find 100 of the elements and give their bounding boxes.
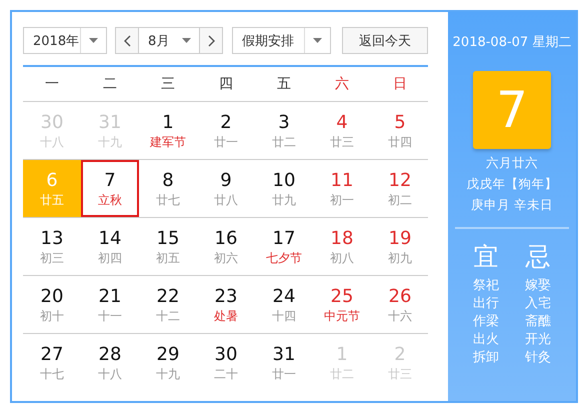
lunar-date: 廿三 [330, 134, 354, 150]
day-number: 1 [162, 112, 174, 134]
avoid-item: 斋醮 [525, 313, 551, 331]
day-cell[interactable]: 12 初二 [371, 160, 429, 217]
back-to-today-button[interactable]: 返回今天 [342, 27, 428, 54]
day-number: 31 [272, 344, 296, 366]
lunar-date: 七夕节 [266, 250, 302, 266]
day-cell[interactable]: 16 初六 [197, 218, 255, 275]
suitable-item: 作梁 [473, 313, 499, 331]
lunar-date: 立秋 [98, 192, 122, 208]
lunar-date: 十二 [156, 308, 180, 324]
lunar-date: 初九 [388, 250, 412, 266]
day-cell[interactable]: 27 十七 [23, 334, 81, 391]
weekday-label: 二 [102, 75, 118, 93]
lunar-date: 处暑 [214, 308, 238, 324]
lunar-date: 廿五 [40, 192, 64, 208]
suitable-item: 出火 [473, 331, 499, 349]
day-number: 19 [388, 228, 412, 250]
weekday-label: 三 [160, 75, 176, 93]
month-select[interactable]: 8月 [138, 28, 200, 53]
avoid-item: 入宅 [525, 295, 551, 313]
day-number: 6 [46, 170, 58, 192]
day-cell[interactable]: 21 十一 [81, 276, 139, 333]
day-cell[interactable]: 25 中元节 [313, 276, 371, 333]
lunar-date: 初五 [156, 250, 180, 266]
day-number: 15 [156, 228, 180, 250]
day-cell[interactable]: 14 初四 [81, 218, 139, 275]
day-number: 21 [98, 286, 122, 308]
day-cell[interactable]: 5 廿四 [371, 102, 429, 159]
day-cell[interactable]: 2 廿一 [197, 102, 255, 159]
day-number: 3 [278, 112, 290, 134]
suitable-title: 宜 [474, 241, 498, 273]
lunar-date: 廿九 [272, 192, 296, 208]
previous-month-button[interactable] [116, 28, 138, 53]
lunar-date: 中元节 [324, 308, 360, 324]
next-month-button[interactable] [200, 28, 222, 53]
caret-icon [89, 38, 98, 43]
day-number: 23 [214, 286, 238, 308]
lunar-date: 初一 [330, 192, 354, 208]
day-cell[interactable]: 10 廿九 [255, 160, 313, 217]
lunar-info: 庚申月 辛未日 [471, 197, 553, 214]
lunar-date: 十一 [98, 308, 122, 324]
day-number: 2 [220, 112, 232, 134]
lunar-date: 初十 [40, 308, 64, 324]
day-number: 28 [98, 344, 122, 366]
day-number: 10 [272, 170, 296, 192]
year-select[interactable]: 2018年 [23, 27, 107, 54]
lunar-date: 建军节 [150, 134, 186, 150]
lunar-date: 初二 [388, 192, 412, 208]
lunar-date: 十七 [40, 366, 64, 382]
day-number: 18 [330, 228, 354, 250]
day-cell[interactable]: 22 十二 [139, 276, 197, 333]
day-cell[interactable]: 4 廿三 [313, 102, 371, 159]
lunar-info: 戊戌年【狗年】 [466, 176, 558, 193]
day-number: 4 [336, 112, 348, 134]
day-number: 7 [104, 170, 116, 192]
day-cell[interactable]: 24 十四 [255, 276, 313, 333]
lunar-date: 廿二 [272, 134, 296, 150]
day-cell[interactable]: 15 初五 [139, 218, 197, 275]
day-number: 8 [162, 170, 174, 192]
day-cell[interactable]: 23 处暑 [197, 276, 255, 333]
suitable-item: 祭祀 [473, 277, 499, 295]
weekday-label: 五 [276, 75, 292, 93]
lunar-date: 二十 [214, 366, 238, 382]
chevron-left-icon [124, 34, 130, 46]
lunar-date: 十四 [272, 308, 296, 324]
day-cell[interactable]: 9 廿八 [197, 160, 255, 217]
caret-icon [313, 38, 322, 43]
caret-icon [182, 38, 191, 43]
weekday-label: 四 [218, 75, 234, 93]
lunar-date: 廿一 [272, 366, 296, 382]
lunar-date: 初四 [98, 250, 122, 266]
day-cell[interactable]: 8 廿七 [139, 160, 197, 217]
day-cell[interactable]: 13 初三 [23, 218, 81, 275]
day-cell[interactable]: 3 廿二 [255, 102, 313, 159]
day-cell[interactable]: 20 初十 [23, 276, 81, 333]
day-number: 25 [330, 286, 354, 308]
day-number: 30 [214, 344, 238, 366]
holiday-select[interactable]: 假期安排 [232, 27, 331, 54]
day-cell[interactable]: 31 廿一 [255, 334, 313, 391]
day-number: 22 [156, 286, 180, 308]
avoid-item: 嫁娶 [525, 277, 551, 295]
day-number: 14 [98, 228, 122, 250]
selected-date: 2018-08-07 星期二 [452, 34, 572, 51]
day-cell[interactable]: 29 十九 [139, 334, 197, 391]
day-cell[interactable]: 28 十八 [81, 334, 139, 391]
day-cell[interactable]: 18 初八 [313, 218, 371, 275]
day-cell[interactable]: 26 十六 [371, 276, 429, 333]
day-cell[interactable]: 30 二十 [197, 334, 255, 391]
day-cell[interactable]: 11 初一 [313, 160, 371, 217]
day-cell[interactable]: 7 立秋 [81, 160, 139, 217]
day-cell[interactable]: 19 初九 [371, 218, 429, 275]
avoid-item: 针灸 [525, 349, 551, 367]
day-number: 9 [220, 170, 232, 192]
lunar-date: 十八 [98, 366, 122, 382]
day-cell[interactable]: 17 七夕节 [255, 218, 313, 275]
day-number: 16 [214, 228, 238, 250]
day-cell[interactable]: 1 建军节 [139, 102, 197, 159]
lunar-info: 六月廿六 [486, 155, 538, 172]
day-number: 20 [40, 286, 64, 308]
